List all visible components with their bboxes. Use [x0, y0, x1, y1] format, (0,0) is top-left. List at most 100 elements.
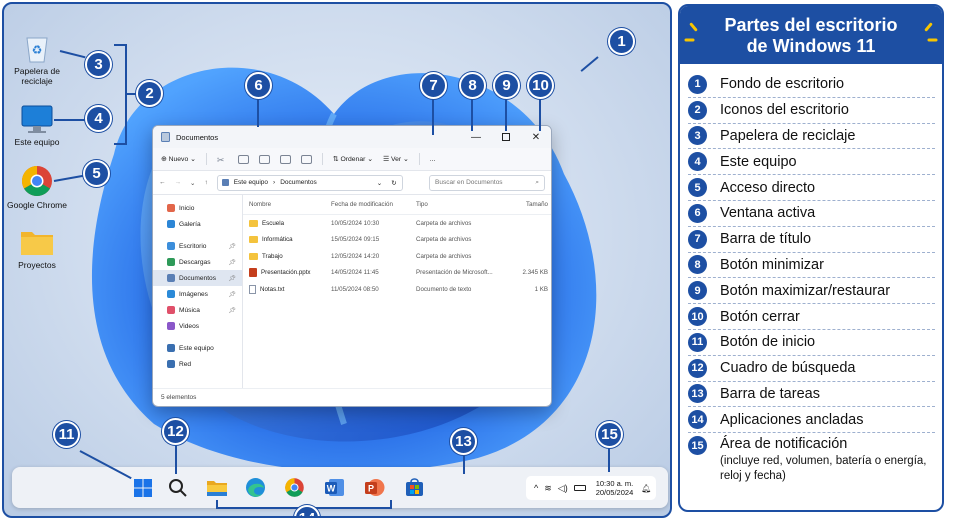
- close-button[interactable]: ✕: [521, 126, 551, 148]
- title-bar[interactable]: Documentos — ✕: [153, 126, 551, 148]
- clock-time: 10:30 a. m.: [595, 479, 634, 488]
- nav-item[interactable]: Inicio: [153, 200, 242, 216]
- column-type[interactable]: Tipo: [416, 201, 508, 208]
- legend-item-label: Ventana activa: [720, 205, 816, 222]
- leader-4: [54, 119, 86, 121]
- taskbar-app-file-explorer[interactable]: [204, 475, 229, 500]
- file-row[interactable]: Notas.txt 11/05/2024 08:50 Documento de te…: [243, 281, 551, 298]
- leader-7: [432, 99, 434, 135]
- nav-item[interactable]: Red: [153, 356, 242, 372]
- clock[interactable]: 10:30 a. m. 20/05/2024: [596, 479, 634, 497]
- up-icon[interactable]: ↑: [204, 179, 207, 186]
- badge-10: 10: [527, 72, 554, 99]
- wifi-icon[interactable]: ≋: [544, 483, 552, 494]
- google-chrome-shortcut[interactable]: Google Chrome: [4, 164, 70, 210]
- rename-icon[interactable]: [279, 154, 291, 164]
- nav-item[interactable]: Documentos 📌︎: [153, 270, 242, 286]
- sparkle-ray: [927, 38, 938, 42]
- show-hidden-icons-chevron[interactable]: ^: [534, 483, 538, 493]
- taskbar-app-powerpoint[interactable]: P: [362, 475, 387, 500]
- delete-icon[interactable]: [300, 154, 312, 164]
- file-row[interactable]: Escuela 10/05/2024 10:30 Carpeta de archiv…: [243, 215, 551, 232]
- pptx-file-icon: [249, 268, 257, 278]
- badge-4: 4: [85, 105, 112, 132]
- badge-3: 3: [85, 51, 112, 78]
- nav-item-label: Escritorio: [179, 242, 207, 250]
- refresh-icon[interactable]: ↻: [391, 179, 396, 187]
- nav-item[interactable]: Música 📌︎: [153, 302, 242, 318]
- notification-bell-icon[interactable]: 🔔︎: [641, 484, 651, 493]
- nav-item-label: Documentos: [179, 274, 217, 282]
- taskbar-app-word[interactable]: W: [322, 475, 347, 500]
- forward-icon[interactable]: →: [175, 179, 182, 186]
- sort-button[interactable]: ⇅ Ordenar ⌄: [333, 155, 373, 163]
- more-button[interactable]: ...: [430, 156, 436, 163]
- taskbar-app-chrome[interactable]: [282, 475, 307, 500]
- file-type: Presentación de Microsoft...: [416, 269, 493, 277]
- word-icon: W: [325, 479, 344, 496]
- this-pc-shortcut[interactable]: Este equipo: [4, 103, 70, 147]
- folder-search-input[interactable]: Buscar en Documentos ⌕: [429, 174, 545, 191]
- desktop-background: ♻ Papelera de reciclaje Este equipo Goog…: [2, 2, 672, 518]
- chrome-icon: [285, 478, 304, 497]
- projects-folder-shortcut[interactable]: Proyectos: [4, 226, 70, 270]
- legend-number-badge: 6: [688, 203, 707, 223]
- breadcrumb-folder[interactable]: Documentos: [280, 179, 317, 186]
- taskbar-app-store[interactable]: [402, 475, 427, 500]
- column-size[interactable]: Tamaño: [508, 201, 548, 208]
- file-modified: 14/05/2024 11:45: [331, 269, 379, 277]
- start-button[interactable]: [130, 475, 155, 500]
- bracket-14-left: [216, 500, 218, 508]
- recycle-bin-shortcut[interactable]: ♻ Papelera de reciclaje: [4, 32, 70, 86]
- file-row[interactable]: Presentación.pptx 14/05/2024 11:45 Present…: [243, 265, 551, 282]
- file-name: Trabajo: [262, 252, 283, 260]
- taskbar-app-edge[interactable]: [243, 475, 268, 500]
- file-row[interactable]: Informática 15/05/2024 09:15 Carpeta de ar…: [243, 232, 551, 249]
- breadcrumb-root[interactable]: Este equipo: [234, 179, 268, 186]
- address-bar[interactable]: Este equipo › Documentos ⌄ ↻: [216, 174, 403, 191]
- minimize-button[interactable]: —: [461, 126, 491, 148]
- legend-item-label: Este equipo: [720, 153, 797, 170]
- taskbar-search-button[interactable]: [165, 475, 190, 500]
- nav-item-icon: [167, 322, 175, 330]
- nav-item-icon: [167, 360, 175, 368]
- legend-title-line1: Partes del escritorio: [724, 15, 898, 35]
- legend-number-badge: 11: [688, 332, 707, 352]
- paste-icon[interactable]: [258, 154, 270, 164]
- nav-item[interactable]: Este equipo: [153, 340, 242, 356]
- legend-item: 3 Papelera de reciclaje: [688, 124, 935, 150]
- nav-item[interactable]: Videos: [153, 318, 242, 334]
- legend-number-badge: 10: [688, 307, 707, 327]
- nav-item[interactable]: Galería: [153, 216, 242, 232]
- file-row[interactable]: Trabajo 12/05/2024 14:20 Carpeta de archiv…: [243, 248, 551, 265]
- dropdown-icon[interactable]: ⌄: [190, 179, 195, 187]
- file-explorer-window[interactable]: Documentos — ✕ ⊕ Nuevo ⌄ ✂ ⇅ Ordenar ⌄ ☰…: [152, 125, 552, 407]
- leader-6: [257, 99, 259, 127]
- address-dropdown-icon[interactable]: ⌄: [377, 179, 382, 187]
- copy-icon[interactable]: [237, 154, 249, 164]
- file-modified: 10/05/2024 10:30: [331, 219, 380, 227]
- view-button[interactable]: ☰ Ver ⌄: [383, 155, 409, 163]
- badge-15: 15: [596, 421, 623, 448]
- volume-icon[interactable]: ◁): [558, 483, 568, 494]
- nav-item[interactable]: Imágenes 📌︎: [153, 286, 242, 302]
- navigation-pane: Inicio Galería Escritorio 📌︎ Descargas 📌︎ Docu…: [153, 195, 243, 388]
- nav-item[interactable]: Escritorio 📌︎: [153, 238, 242, 254]
- cut-icon[interactable]: ✂: [217, 155, 228, 165]
- leader-9: [505, 99, 507, 131]
- battery-icon[interactable]: [573, 485, 586, 491]
- nav-item[interactable]: Descargas 📌︎: [153, 254, 242, 270]
- file-name: Presentación.pptx: [261, 269, 311, 277]
- legend-header: Partes del escritorio de Windows 11: [680, 6, 942, 64]
- column-name[interactable]: Nombre: [243, 201, 331, 208]
- back-icon[interactable]: ←: [159, 179, 166, 186]
- legend-item: 15 Área de notificación (incluye red, volu…: [688, 433, 935, 484]
- chrome-label: Google Chrome: [6, 200, 67, 210]
- column-modified[interactable]: Fecha de modificación: [331, 201, 416, 208]
- bracket-14-right: [390, 500, 392, 508]
- leader-15: [608, 448, 610, 472]
- notification-area[interactable]: ^ ≋ ◁) 10:30 a. m. 20/05/2024 🔔︎: [526, 476, 656, 500]
- svg-text:♻: ♻: [32, 43, 43, 57]
- new-button[interactable]: ⊕ Nuevo ⌄: [161, 155, 196, 163]
- documents-icon: [161, 132, 170, 142]
